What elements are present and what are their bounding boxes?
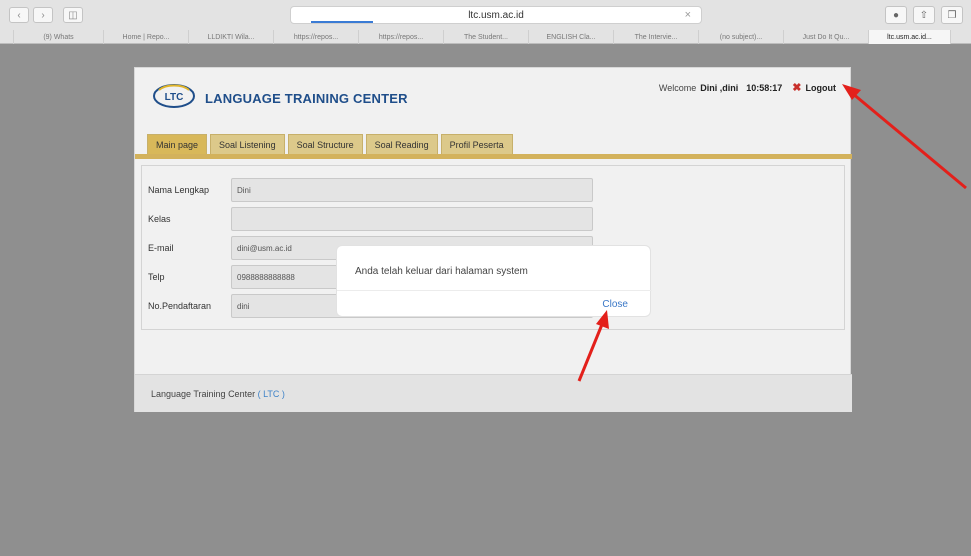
nav-underline xyxy=(135,154,852,159)
svg-text:LTC: LTC xyxy=(165,92,184,103)
browser-tab[interactable]: Just Do It Qu... xyxy=(784,30,869,44)
load-progress-bar xyxy=(311,21,373,23)
field-label: Kelas xyxy=(148,214,171,224)
footer-ltc-link[interactable]: ( LTC ) xyxy=(258,389,285,399)
browser-tab[interactable]: The Student... xyxy=(444,30,529,44)
browser-tab[interactable]: https://repos... xyxy=(359,30,444,44)
page-footer: Language Training Center ( LTC ) xyxy=(135,374,852,412)
share-icon[interactable]: ⇧ xyxy=(913,6,935,24)
footer-label: Language Training Center xyxy=(151,389,256,399)
brand-title: LANGUAGE TRAINING CENTER xyxy=(205,91,408,106)
footer-text: Language Training Center ( LTC ) xyxy=(151,389,285,399)
browser-tab-strip: (9) Whats Home | Repo... LLDIKTI Wila...… xyxy=(0,30,971,44)
ltc-page-card: LTC LANGUAGE TRAINING CENTER Welcome Din… xyxy=(134,67,852,412)
arrow-to-logout xyxy=(842,84,967,190)
address-bar[interactable]: ltc.usm.ac.id × xyxy=(290,6,702,24)
url-text: ltc.usm.ac.id xyxy=(468,9,524,21)
form-row-nama: Nama Lengkap Dini xyxy=(148,178,593,202)
stop-loading-icon[interactable]: × xyxy=(685,9,691,21)
ltc-logo: LTC xyxy=(151,84,197,108)
field-label: E-mail xyxy=(148,243,174,253)
kelas-field[interactable] xyxy=(231,207,593,231)
browser-tab[interactable]: LLDIKTI Wila... xyxy=(189,30,274,44)
logout-dialog: Anda telah keluar dari halaman system Cl… xyxy=(336,245,652,317)
browser-tab[interactable]: (9) Whats xyxy=(14,30,104,44)
browser-chrome: ‹ › ◫ ltc.usm.ac.id × ● ⇧ ❐ (9) Whats Ho… xyxy=(0,0,971,44)
browser-right-buttons: ● ⇧ ❐ xyxy=(885,6,963,24)
form-row-kelas: Kelas xyxy=(148,207,593,231)
back-icon[interactable]: ‹ xyxy=(9,7,29,23)
tab-pinned[interactable] xyxy=(0,30,14,44)
tab-main-page[interactable]: Main page xyxy=(147,134,208,154)
field-label: No.Pendaftaran xyxy=(148,301,212,311)
sidebar-icon[interactable]: ◫ xyxy=(63,7,83,23)
close-button[interactable]: Close xyxy=(602,299,628,310)
tab-soal-structure[interactable]: Soal Structure xyxy=(287,134,363,154)
downloads-icon[interactable]: ● xyxy=(885,6,907,24)
main-nav: Main page Soal Listening Soal Structure … xyxy=(147,134,513,154)
field-label: Telp xyxy=(148,272,165,282)
tab-soal-listening[interactable]: Soal Listening xyxy=(210,134,285,154)
browser-tab[interactable]: The Intervie... xyxy=(614,30,699,44)
forward-icon[interactable]: › xyxy=(33,7,53,23)
tab-profil-peserta[interactable]: Profil Peserta xyxy=(440,134,513,154)
nama-lengkap-field[interactable]: Dini xyxy=(231,178,593,202)
browser-tab-active[interactable]: ltc.usm.ac.id... xyxy=(869,30,951,44)
browser-toolbar: ‹ › ◫ ltc.usm.ac.id × ● ⇧ ❐ xyxy=(0,0,971,28)
user-name: Dini ,dini xyxy=(700,82,739,93)
logout-x-icon[interactable]: ✖ xyxy=(792,81,801,94)
dialog-divider xyxy=(337,290,652,291)
dialog-message: Anda telah keluar dari halaman system xyxy=(355,266,528,277)
logout-link[interactable]: Logout xyxy=(806,83,837,93)
browser-nav-buttons: ‹ › ◫ xyxy=(9,7,83,23)
browser-tab[interactable]: (no subject)... xyxy=(699,30,784,44)
welcome-label: Welcome xyxy=(658,82,697,93)
welcome-bar: Welcome Dini ,dini 10:58:17 ✖ Logout xyxy=(659,81,836,94)
browser-tab[interactable]: Home | Repo... xyxy=(104,30,189,44)
browser-tab[interactable]: ENGLISH Cla... xyxy=(529,30,614,44)
field-label: Nama Lengkap xyxy=(148,185,210,195)
clock: 10:58:17 xyxy=(746,82,783,93)
tabs-overview-icon[interactable]: ❐ xyxy=(941,6,963,24)
browser-tab[interactable]: https://repos... xyxy=(274,30,359,44)
tab-soal-reading[interactable]: Soal Reading xyxy=(365,134,438,154)
